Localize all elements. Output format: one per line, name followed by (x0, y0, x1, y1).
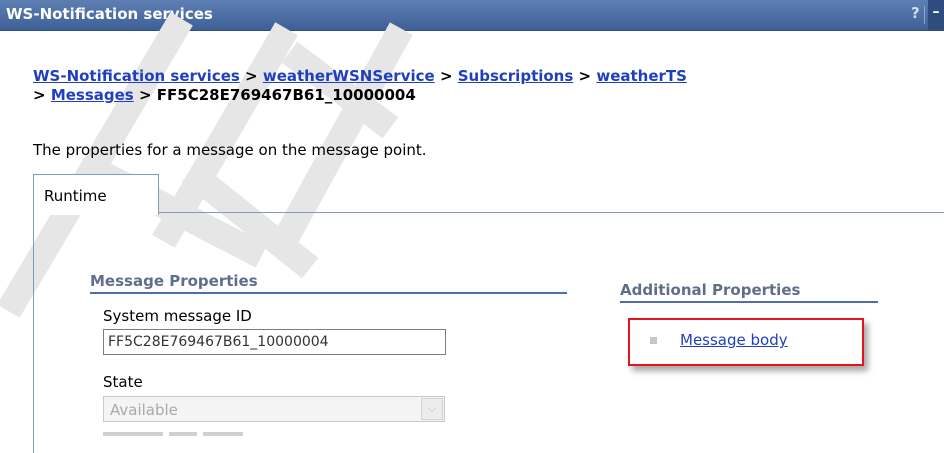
breadcrumb-separator: > (439, 67, 453, 85)
breadcrumb-separator: > (138, 86, 152, 104)
bullet-icon (650, 337, 657, 344)
state-label: State (103, 373, 143, 391)
tab-runtime-label: Runtime (44, 187, 107, 205)
page-description: The properties for a message on the mess… (33, 141, 427, 159)
state-select[interactable]: Available ⌵ (103, 396, 445, 422)
breadcrumb-separator: > (245, 67, 258, 85)
breadcrumb-link-ws-notification-services[interactable]: WS-Notification services (33, 67, 240, 85)
message-properties-rule (90, 292, 567, 294)
window-title: WS-Notification services (6, 5, 213, 23)
breadcrumb-link-weatherts[interactable]: weatherTS (596, 67, 687, 85)
additional-properties-heading: Additional Properties (620, 281, 801, 299)
chevron-down-icon: ⌵ (421, 398, 443, 420)
message-body-link[interactable]: Message body (680, 331, 788, 349)
message-body-highlight: Message body (628, 318, 864, 366)
message-properties-heading: Message Properties (90, 272, 258, 290)
breadcrumb-link-subscriptions[interactable]: Subscriptions (458, 67, 574, 85)
cropped-field-label (103, 432, 243, 436)
minimize-icon[interactable]: – (928, 0, 944, 30)
window-titlebar: WS-Notification services ? – (0, 0, 944, 31)
breadcrumb-link-weatherwsnservice[interactable]: weatherWSNService (263, 67, 435, 85)
titlebar-divider (924, 6, 925, 24)
state-select-value: Available (110, 401, 178, 419)
breadcrumb-separator: > (33, 86, 46, 104)
breadcrumb-current: FF5C28E769467B61_10000004 (156, 86, 416, 104)
breadcrumb: WS-Notification services > weatherWSNSer… (33, 67, 933, 105)
help-icon[interactable]: ? (911, 4, 920, 22)
additional-properties-rule (620, 301, 878, 303)
system-message-id-field[interactable] (103, 329, 446, 355)
breadcrumb-separator: > (578, 67, 592, 85)
breadcrumb-link-messages[interactable]: Messages (51, 86, 134, 104)
system-message-id-label: System message ID (103, 307, 252, 325)
tab-runtime[interactable]: Runtime (33, 174, 159, 215)
